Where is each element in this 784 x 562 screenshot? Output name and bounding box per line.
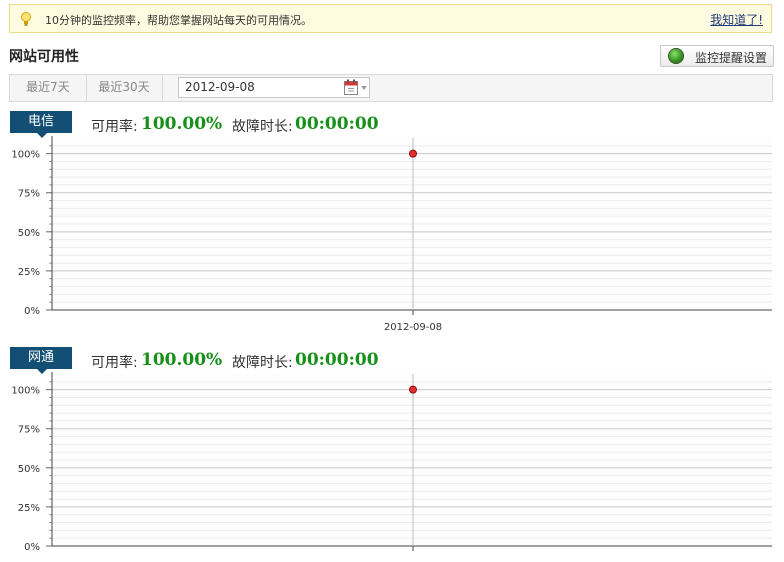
y-tick-label: 50%: [18, 464, 40, 475]
data-point[interactable]: [409, 385, 417, 394]
y-tick-label: 25%: [18, 503, 40, 514]
downtime-label: 故障时长:: [232, 119, 293, 135]
availability-label: 可用率:: [91, 355, 138, 371]
availability-chart-netcom: 0% 25% 50% 75% 100%: [11, 372, 772, 553]
availability-label: 可用率:: [91, 119, 138, 135]
availability-chart-telecom: 0% 25% 50% 75% 100% 2012-09-08: [11, 136, 772, 333]
data-point[interactable]: [409, 149, 417, 158]
downtime-value: 00:00:00: [295, 350, 379, 370]
lightbulb-icon: [21, 12, 31, 26]
monitor-alert-settings-label: 监控提醒设置: [695, 51, 768, 65]
isp-tag-telecom: 电信: [10, 111, 72, 138]
downtime-label: 故障时长:: [232, 355, 293, 371]
calendar-icon[interactable]: [344, 79, 358, 95]
page-title: 网站可用性: [9, 49, 79, 65]
chevron-down-icon[interactable]: [361, 86, 367, 90]
monitor-alert-settings-button[interactable]: 监控提醒设置: [660, 45, 774, 67]
y-tick-label: 25%: [18, 267, 40, 278]
downtime-value: 00:00:00: [295, 114, 379, 134]
y-tick-label: 100%: [11, 386, 40, 397]
dismiss-link[interactable]: 我知道了!: [710, 11, 763, 28]
y-tick-label: 0%: [24, 542, 40, 553]
isp-tag-netcom: 网通: [10, 347, 72, 374]
range-toolbar: 最近7天 最近30天 2012-09-08: [9, 74, 773, 102]
y-tick-label: 75%: [18, 425, 40, 436]
x-tick-label: 2012-09-08: [384, 322, 442, 333]
tab-last-7-days[interactable]: 最近7天: [10, 75, 87, 101]
date-field[interactable]: 2012-09-08: [178, 77, 370, 98]
status-dot-icon: [669, 49, 683, 63]
notice-message: 10分钟的监控频率，帮助您掌握网站每天的可用情况。: [45, 14, 312, 27]
y-tick-label: 0%: [24, 306, 40, 317]
y-tick-label: 50%: [18, 228, 40, 239]
tab-last-30-days[interactable]: 最近30天: [86, 75, 163, 101]
y-tick-label: 100%: [11, 150, 40, 161]
availability-value: 100.00%: [141, 350, 223, 370]
availability-value: 100.00%: [141, 114, 223, 134]
y-tick-label: 75%: [18, 189, 40, 200]
notice-bar: 10分钟的监控频率，帮助您掌握网站每天的可用情况。 我知道了!: [9, 4, 772, 33]
